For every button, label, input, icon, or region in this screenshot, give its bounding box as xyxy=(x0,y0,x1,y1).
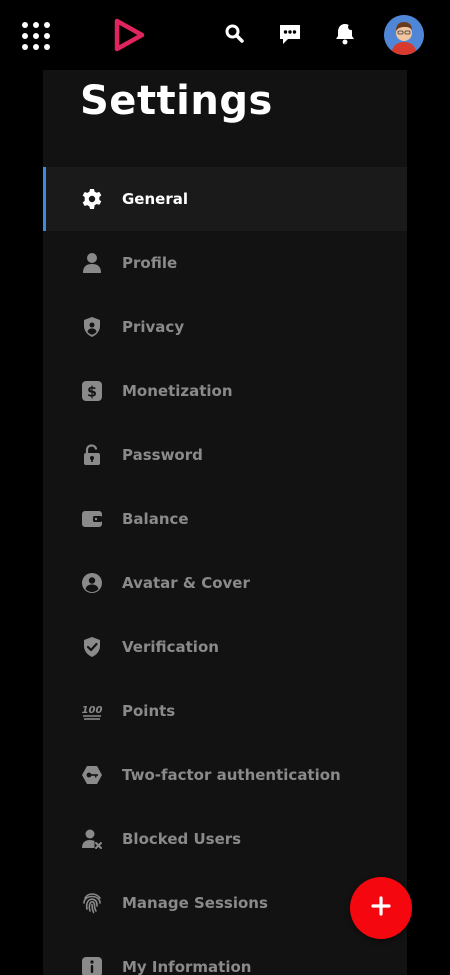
play-logo-icon[interactable] xyxy=(111,17,147,53)
menu-item-balance[interactable]: Balance xyxy=(43,487,407,551)
menu-item-label: Avatar & Cover xyxy=(122,574,250,592)
menu-item-avatar-cover[interactable]: Avatar & Cover xyxy=(43,551,407,615)
person-icon xyxy=(81,252,103,274)
top-bar xyxy=(0,0,450,70)
dollar-icon: $ xyxy=(81,380,103,402)
gear-icon xyxy=(81,188,103,210)
menu-item-privacy[interactable]: Privacy xyxy=(43,295,407,359)
menu-item-two-factor[interactable]: Two-factor authentication xyxy=(43,743,407,807)
shield-check-icon xyxy=(81,636,103,658)
menu-item-label: My Information xyxy=(122,958,252,975)
menu-item-profile[interactable]: Profile xyxy=(43,231,407,295)
shield-user-icon xyxy=(81,316,103,338)
settings-panel: Settings General Profile Privacy $ Monet… xyxy=(43,70,407,975)
search-icon[interactable] xyxy=(222,21,248,47)
unlock-icon xyxy=(81,444,103,466)
menu-item-general[interactable]: General xyxy=(43,167,407,231)
svg-text:100: 100 xyxy=(82,705,103,716)
apps-grid-icon[interactable] xyxy=(22,22,50,50)
menu-item-label: Balance xyxy=(122,510,189,528)
key-shield-icon xyxy=(81,764,103,786)
create-fab-button[interactable] xyxy=(350,877,412,939)
menu-item-label: Profile xyxy=(122,254,178,272)
menu-item-label: Verification xyxy=(122,638,219,656)
menu-item-password[interactable]: Password xyxy=(43,423,407,487)
menu-item-label: Points xyxy=(122,702,176,720)
page-title: Settings xyxy=(80,78,273,124)
menu-item-label: General xyxy=(122,190,188,208)
svg-text:$: $ xyxy=(87,385,97,401)
settings-menu: General Profile Privacy $ Monetization P… xyxy=(43,167,407,975)
fingerprint-icon xyxy=(81,892,103,914)
menu-item-label: Password xyxy=(122,446,203,464)
account-circle-icon xyxy=(81,572,103,594)
menu-item-label: Two-factor authentication xyxy=(122,766,341,784)
menu-item-verification[interactable]: Verification xyxy=(43,615,407,679)
menu-item-monetization[interactable]: $ Monetization xyxy=(43,359,407,423)
menu-item-blocked-users[interactable]: Blocked Users xyxy=(43,807,407,871)
menu-item-label: Monetization xyxy=(122,382,233,400)
chat-icon[interactable] xyxy=(277,21,303,47)
user-avatar[interactable] xyxy=(384,15,424,55)
info-icon xyxy=(81,956,103,975)
plus-icon xyxy=(369,894,393,922)
menu-item-label: Blocked Users xyxy=(122,830,242,848)
wallet-icon xyxy=(81,508,103,530)
user-blocked-icon xyxy=(81,828,103,850)
menu-item-label: Privacy xyxy=(122,318,185,336)
bell-icon[interactable] xyxy=(332,21,358,47)
menu-item-points[interactable]: 100 Points xyxy=(43,679,407,743)
menu-item-label: Manage Sessions xyxy=(122,894,268,912)
hundred-icon: 100 xyxy=(81,700,103,722)
menu-item-my-information[interactable]: My Information xyxy=(43,935,407,975)
